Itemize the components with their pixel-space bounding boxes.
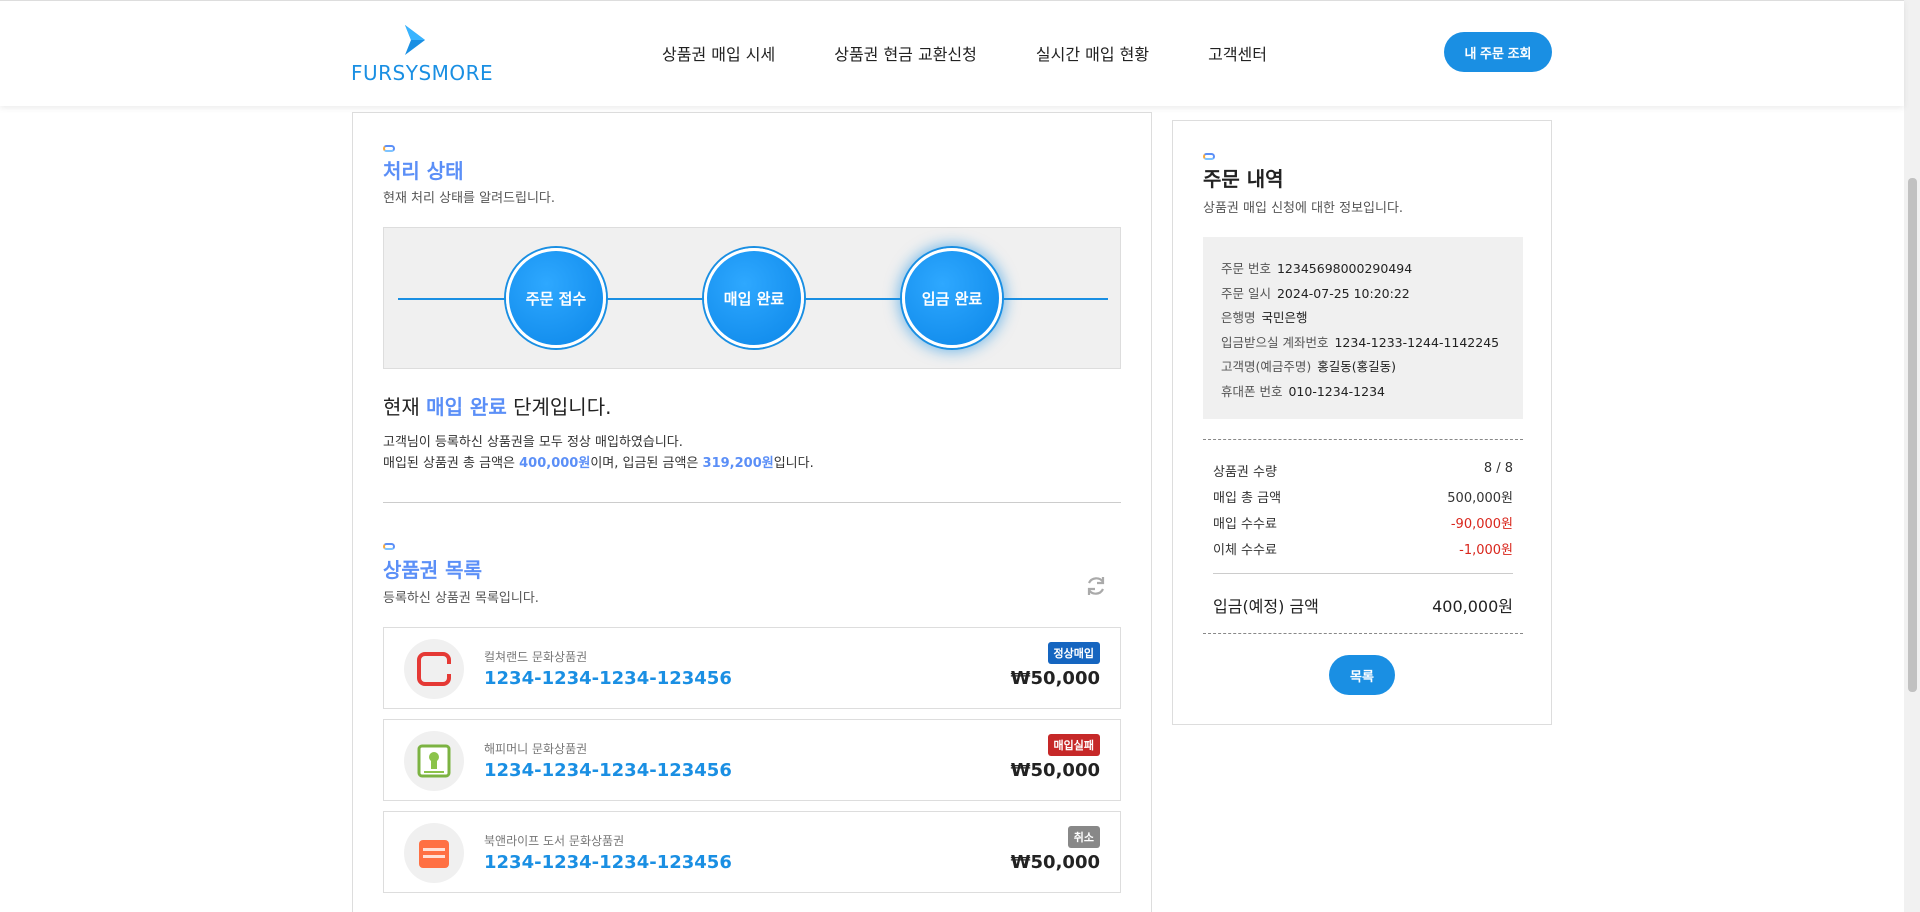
- voucher-list-title: 상품권 목록: [383, 558, 482, 582]
- status-badge: 매입실패: [1047, 734, 1100, 756]
- voucher-name: 북앤라이프 도서 문화상품권: [484, 834, 625, 848]
- deposit-amount: 319,200원: [702, 456, 774, 471]
- summary-row: 상품권 수량 8 / 8: [1213, 461, 1513, 480]
- order-title: 주문 내역: [1203, 167, 1284, 191]
- refresh-icon[interactable]: [1084, 574, 1108, 598]
- info-value: 010-1234-1234: [1288, 383, 1385, 399]
- info-value: 1234-1233-1244-1142245: [1334, 334, 1500, 350]
- voucher-price: ₩50,000: [1010, 668, 1100, 689]
- order-info-row: 주문 일시 2024-07-25 10:20:22: [1221, 282, 1505, 307]
- summary-value: 8 / 8: [1483, 461, 1513, 476]
- summary-label: 상품권 수량: [1213, 465, 1277, 480]
- scrollbar[interactable]: [1904, 0, 1920, 912]
- section-pill-icon: [1203, 153, 1215, 160]
- order-panel: 주문 내역 상품권 매입 신청에 대한 정보입니다. 주문 번호 12345698…: [1172, 120, 1552, 725]
- info-value: 국민은행: [1261, 310, 1308, 325]
- voucher-name: 컬쳐랜드 문화상품권: [484, 650, 588, 664]
- summary-row: 매입 총 금액 500,000원: [1213, 487, 1513, 506]
- info-value: 12345698000290494: [1276, 261, 1413, 276]
- section-pill-icon: [383, 145, 395, 152]
- status-tracker: 주문 접수 매입 완료 입금 완료: [383, 227, 1121, 369]
- nav-price[interactable]: 상품권 매입 시세: [662, 41, 775, 65]
- current-stage-suffix: 단계입니다.: [513, 395, 612, 419]
- status-badge: 정상매입: [1047, 642, 1100, 664]
- order-info-row: 입금받으실 계좌번호 1234-1233-1244-1142245: [1221, 331, 1505, 356]
- current-stage-name: 매입 완료: [426, 395, 507, 419]
- total-value: 400,000원: [1432, 597, 1513, 616]
- total-label: 입금(예정) 금액: [1213, 597, 1319, 616]
- nav-exchange[interactable]: 상품권 현금 교환신청: [834, 41, 977, 65]
- voucher-number: 1234-1234-1234-123456: [484, 852, 732, 873]
- order-info-box: 주문 번호 12345698000290494 주문 일시 2024-07-25 1…: [1203, 237, 1523, 419]
- dashed-divider: [1203, 633, 1523, 634]
- status-desc-line2: 매입된 상품권 총 금액은 400,000원이며, 입금된 금액은 319,20…: [383, 452, 814, 471]
- desc-text-a: 매입된 상품권 총 금액은: [383, 456, 515, 471]
- logo-text: FURSYSMORE: [351, 61, 494, 85]
- voucher-card: 컬쳐랜드 문화상품권 1234-1234-1234-123456 정상매입 ₩5…: [383, 627, 1121, 709]
- section-pill-icon: [383, 543, 395, 550]
- current-stage-prefix: 현재: [383, 395, 420, 419]
- summary-divider: [1213, 573, 1513, 574]
- current-stage: 현재 매입 완료 단계입니다.: [383, 391, 611, 420]
- info-label: 은행명: [1221, 310, 1256, 325]
- info-value: 홍길동(홍길동): [1317, 359, 1397, 374]
- voucher-card: 해피머니 문화상품권 1234-1234-1234-123456 매입실패 ₩5…: [383, 719, 1121, 801]
- summary-label: 매입 수수료: [1213, 517, 1277, 532]
- step-purchase-complete: 매입 완료: [704, 248, 804, 348]
- summary-row: 매입 수수료 -90,000원: [1213, 513, 1513, 532]
- status-badge: 취소: [1067, 826, 1100, 848]
- order-info-row: 은행명 국민은행: [1221, 306, 1505, 331]
- logo-chevron-icon: [405, 25, 425, 55]
- nav-realtime[interactable]: 실시간 매입 현황: [1036, 41, 1149, 65]
- status-panel: 처리 상태 현재 처리 상태를 알려드립니다. 주문 접수 매입 완료 입금 완…: [352, 112, 1152, 912]
- happymoney-logo-icon: [404, 731, 464, 791]
- section-divider: [383, 502, 1121, 503]
- summary-value: 500,000원: [1447, 491, 1513, 506]
- total-amount: 400,000원: [519, 456, 591, 471]
- info-label: 고객명(예금주명): [1221, 359, 1312, 374]
- order-info-row: 휴대폰 번호 010-1234-1234: [1221, 380, 1505, 405]
- site-header: FURSYSMORE 상품권 매입 시세 상품권 현금 교환신청 실시간 매입 …: [0, 0, 1904, 106]
- total-row: 입금(예정) 금액 400,000원: [1213, 593, 1513, 617]
- order-info-row: 고객명(예금주명) 홍길동(홍길동): [1221, 355, 1505, 380]
- summary-value: -90,000원: [1450, 517, 1513, 532]
- info-value: 2024-07-25 10:20:22: [1276, 285, 1410, 301]
- summary-label: 이체 수수료: [1213, 543, 1277, 558]
- main-nav: 상품권 매입 시세 상품권 현금 교환신청 실시간 매입 현황 고객센터: [662, 41, 1267, 65]
- desc-text-c: 입니다.: [773, 456, 814, 471]
- list-button[interactable]: 목록: [1329, 655, 1395, 695]
- scroll-thumb[interactable]: [1908, 178, 1917, 692]
- summary-label: 매입 총 금액: [1213, 491, 1282, 506]
- voucher-card: 북앤라이프 도서 문화상품권 1234-1234-1234-123456 취소 …: [383, 811, 1121, 893]
- info-label: 주문 일시: [1221, 285, 1271, 301]
- my-order-button[interactable]: 내 주문 조회: [1444, 32, 1552, 72]
- order-subtitle: 상품권 매입 신청에 대한 정보입니다.: [1203, 201, 1404, 216]
- dashed-divider: [1203, 439, 1523, 440]
- info-label: 휴대폰 번호: [1221, 383, 1283, 399]
- status-desc-line1: 고객님이 등록하신 상품권을 모두 정상 매입하였습니다.: [383, 435, 683, 450]
- booknlife-logo-icon: [404, 823, 464, 883]
- voucher-number: 1234-1234-1234-123456: [484, 668, 732, 689]
- voucher-price: ₩50,000: [1010, 852, 1100, 873]
- status-subtitle: 현재 처리 상태를 알려드립니다.: [383, 191, 556, 206]
- nav-support[interactable]: 고객센터: [1208, 41, 1267, 65]
- cultureland-logo-icon: [404, 639, 464, 699]
- voucher-price: ₩50,000: [1010, 760, 1100, 781]
- status-title: 처리 상태: [383, 159, 464, 183]
- step-order-received: 주문 접수: [506, 248, 606, 348]
- voucher-name: 해피머니 문화상품권: [484, 742, 588, 756]
- step-deposit-complete: 입금 완료: [902, 248, 1002, 348]
- logo[interactable]: FURSYSMORE: [351, 21, 494, 85]
- desc-text-b: 이며, 입금된 금액은: [590, 456, 699, 471]
- voucher-list-subtitle: 등록하신 상품권 목록입니다.: [383, 591, 539, 606]
- summary-value: -1,000원: [1459, 543, 1513, 558]
- info-label: 입금받으실 계좌번호: [1221, 334, 1329, 350]
- voucher-number: 1234-1234-1234-123456: [484, 760, 732, 781]
- order-info-row: 주문 번호 12345698000290494: [1221, 257, 1505, 282]
- summary-row: 이체 수수료 -1,000원: [1213, 539, 1513, 558]
- info-label: 주문 번호: [1221, 261, 1271, 276]
